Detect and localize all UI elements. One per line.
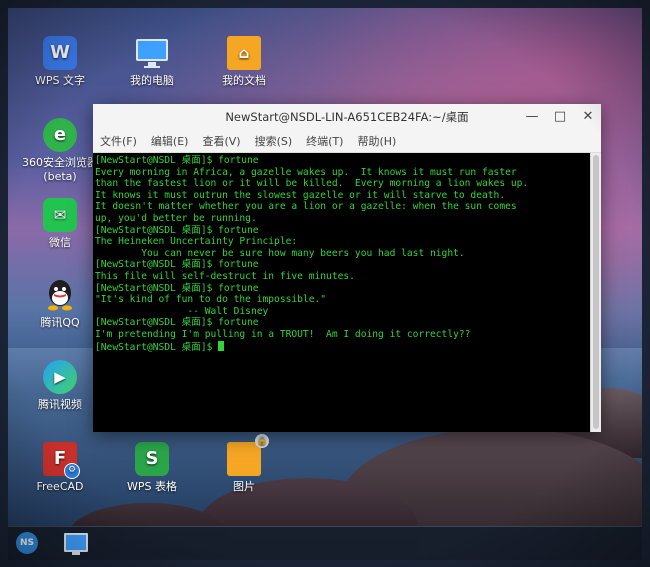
- desktop-icon-label: 我的文档: [222, 74, 266, 87]
- desktop-icon-label: 图片: [233, 480, 255, 493]
- window-titlebar[interactable]: NewStart@NSDL-LIN-A651CEB24FA:~/桌面 — □ ✕: [93, 104, 601, 130]
- terminal-cursor: [218, 340, 225, 351]
- terminal-line: The Heineken Uncertainty Principle:: [95, 236, 298, 248]
- gear-icon: ⚙: [64, 463, 80, 479]
- window-title: NewStart@NSDL-LIN-A651CEB24FA:~/桌面: [225, 110, 469, 124]
- maximize-button[interactable]: □: [553, 104, 567, 130]
- desktop-icon-wps-spreadsheet[interactable]: S WPS 表格: [112, 442, 192, 494]
- terminal-scrollbar[interactable]: [590, 153, 601, 432]
- desktop-icon-label: WPS 表格: [127, 480, 177, 493]
- terminal-line: "It's kind of fun to do the impossible.": [95, 294, 327, 306]
- 360-browser-icon: e: [43, 118, 77, 152]
- terminal-line: Every morning in Africa, a gazelle wakes…: [95, 166, 517, 178]
- terminal-line: I'm pretending I'm pulling in a TROUT! A…: [95, 328, 471, 340]
- desktop-icon-wps-writer[interactable]: W WPS 文字: [20, 36, 100, 88]
- terminal-output[interactable]: [NewStart@NSDL 桌面]$ fortune Every mornin…: [93, 153, 591, 432]
- menu-edit[interactable]: 编辑(E): [151, 133, 189, 149]
- menu-file[interactable]: 文件(F): [100, 133, 137, 149]
- qq-icon: [43, 278, 77, 312]
- desktop: W WPS 文字 我的电脑 ⌂ 我的文档 e 360安全浏览器 (beta) ✉…: [8, 8, 642, 559]
- terminal-line: [NewStart@NSDL 桌面]$ fortune: [95, 317, 259, 329]
- close-button[interactable]: ✕: [581, 104, 595, 130]
- terminal-line: -- Walt Disney: [95, 305, 269, 317]
- minimize-button[interactable]: —: [525, 104, 539, 130]
- menu-terminal[interactable]: 终端(T): [306, 133, 343, 149]
- desktop-icon-label: 我的电脑: [130, 74, 174, 87]
- desktop-icon-pictures[interactable]: 🔒 图片: [204, 434, 284, 494]
- terminal-line: You can never be sure how many beers you…: [95, 247, 465, 259]
- terminal-line: than the fastest lion or it will be kill…: [95, 178, 529, 190]
- desktop-icon-label: FreeCAD: [36, 480, 84, 493]
- desktop-icon-label: 腾讯视频: [38, 398, 82, 411]
- terminal-text: [NewStart@NSDL 桌面]$ fortune Every mornin…: [93, 153, 591, 353]
- desktop-icon-360-browser[interactable]: e 360安全浏览器 (beta): [20, 118, 100, 184]
- terminal-line: [NewStart@NSDL 桌面]$ fortune: [95, 282, 259, 294]
- wps-spreadsheet-icon: S: [135, 442, 169, 476]
- desktop-icon-freecad[interactable]: F ⚙ FreeCAD: [20, 442, 100, 494]
- wechat-icon: ✉: [43, 198, 77, 232]
- terminal-line: [NewStart@NSDL 桌面]$ fortune: [95, 224, 259, 236]
- terminal-line: [NewStart@NSDL 桌面]$ fortune: [95, 155, 259, 166]
- menu-help[interactable]: 帮助(H): [357, 133, 396, 149]
- terminal-window: NewStart@NSDL-LIN-A651CEB24FA:~/桌面 — □ ✕…: [93, 104, 601, 432]
- menu-view[interactable]: 查看(V): [202, 133, 240, 149]
- desktop-icon-qq[interactable]: 腾讯QQ: [20, 278, 100, 330]
- terminal-line: This file will self-destruct in five min…: [95, 270, 355, 282]
- desktop-icon-tencent-video[interactable]: ▶ 腾讯视频: [20, 360, 100, 412]
- terminal-prompt: [NewStart@NSDL 桌面]$: [95, 341, 219, 353]
- terminal-line: It knows it must outrun the slowest gaze…: [95, 189, 506, 201]
- desktop-icon-label: 微信: [49, 236, 71, 249]
- terminal-line: up, you'd better be running.: [95, 212, 257, 224]
- menu-search[interactable]: 搜索(S): [255, 133, 293, 149]
- computer-icon[interactable]: [64, 533, 88, 555]
- menubar: 文件(F) 编辑(E) 查看(V) 搜索(S) 终端(T) 帮助(H): [93, 130, 601, 153]
- documents-folder-icon: ⌂: [227, 36, 261, 70]
- desktop-icon-wechat[interactable]: ✉ 微信: [20, 198, 100, 250]
- wps-writer-icon: W: [43, 36, 77, 70]
- pictures-folder-icon: 🔒: [227, 434, 269, 476]
- terminal-line: [NewStart@NSDL 桌面]$ fortune: [95, 259, 259, 271]
- desktop-icon-label: 腾讯QQ: [40, 316, 80, 329]
- freecad-icon: F ⚙: [43, 442, 80, 479]
- computer-icon: [135, 36, 169, 70]
- lock-icon: 🔒: [255, 434, 269, 448]
- tencent-video-icon: ▶: [43, 360, 77, 394]
- desktop-icon-label: 360安全浏览器 (beta): [22, 156, 98, 183]
- scrollbar-thumb[interactable]: [593, 155, 599, 429]
- terminal-line: It doesn't matter whether you are a lion…: [95, 201, 517, 213]
- start-menu-button[interactable]: NS: [16, 532, 38, 554]
- desktop-icon-label: WPS 文字: [35, 74, 85, 87]
- taskbar: NS: [8, 526, 642, 560]
- desktop-icon-my-documents[interactable]: ⌂ 我的文档: [204, 36, 284, 88]
- desktop-icon-my-computer[interactable]: 我的电脑: [112, 36, 192, 88]
